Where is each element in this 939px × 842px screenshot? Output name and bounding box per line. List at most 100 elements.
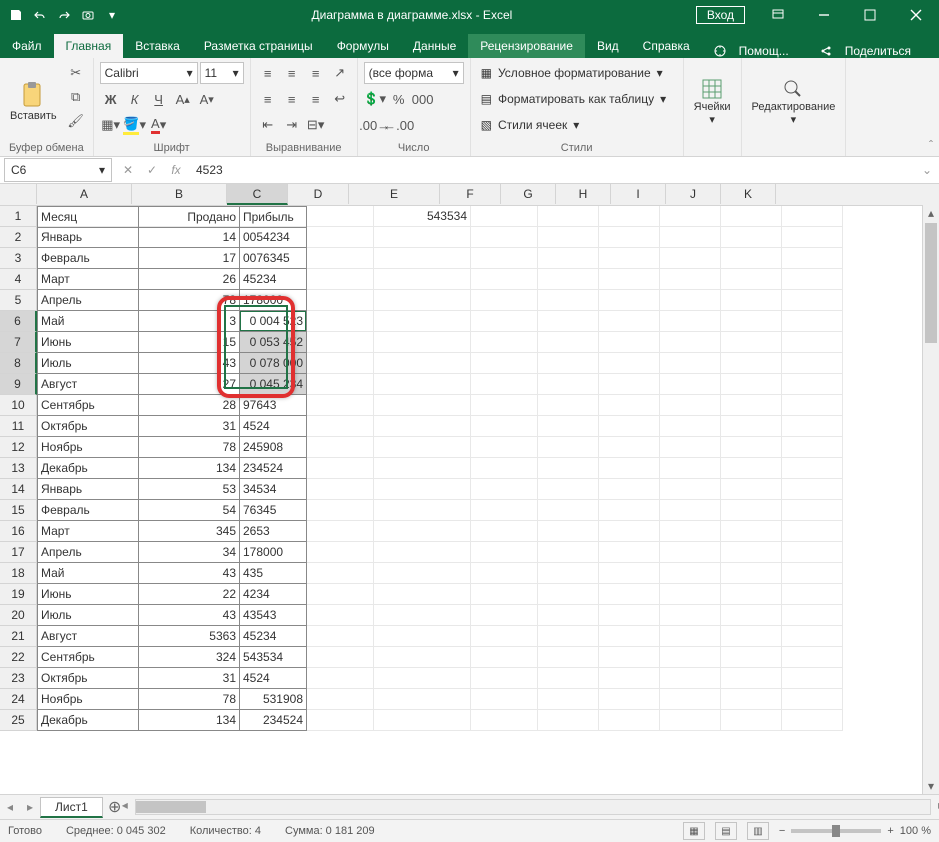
cell-D9[interactable] (307, 374, 374, 394)
cell-E16[interactable] (374, 521, 471, 541)
row-header-14[interactable]: 14 (0, 479, 37, 500)
scrollbar-thumb[interactable] (925, 223, 937, 343)
enter-formula-icon[interactable]: ✓ (140, 159, 164, 181)
cell-F22[interactable] (471, 647, 538, 667)
cell-H7[interactable] (599, 332, 660, 352)
tab-разметка страницы[interactable]: Разметка страницы (192, 34, 325, 58)
cell-C14[interactable]: 34534 (240, 479, 307, 500)
cell-D7[interactable] (307, 332, 374, 352)
name-box[interactable]: C6▾ (4, 158, 112, 182)
close-icon[interactable] (893, 0, 939, 30)
number-format-combo[interactable]: (все форма▾ (364, 62, 464, 84)
cell-I7[interactable] (660, 332, 721, 352)
currency-icon[interactable]: 💲▾ (364, 88, 386, 110)
cell-I25[interactable] (660, 710, 721, 730)
cell-A25[interactable]: Декабрь (37, 710, 139, 731)
cell-A9[interactable]: Август (37, 374, 139, 395)
cell-B23[interactable]: 31 (139, 668, 240, 689)
cell-D15[interactable] (307, 500, 374, 520)
row-header-18[interactable]: 18 (0, 563, 37, 584)
row-header-4[interactable]: 4 (0, 269, 37, 290)
cell-C20[interactable]: 43543 (240, 605, 307, 626)
zoom-slider[interactable] (791, 829, 881, 833)
tab-главная[interactable]: Главная (54, 34, 124, 58)
cell-I20[interactable] (660, 605, 721, 625)
tab-вид[interactable]: Вид (585, 34, 631, 58)
cell-F9[interactable] (471, 374, 538, 394)
increase-indent-icon[interactable]: ⇥ (281, 114, 303, 136)
format-painter-icon[interactable]: 🖌 (65, 110, 87, 132)
zoom-out-icon[interactable]: − (779, 825, 785, 837)
row-header-6[interactable]: 6 (0, 311, 37, 332)
cell-G17[interactable] (538, 542, 599, 562)
cell-E20[interactable] (374, 605, 471, 625)
format-as-table-button[interactable]: ▤Форматировать как таблицу▾ (477, 88, 677, 110)
cell-J6[interactable] (721, 311, 782, 331)
cell-A4[interactable]: Март (37, 269, 139, 290)
cell-F20[interactable] (471, 605, 538, 625)
cell-C16[interactable]: 2653 (240, 521, 307, 542)
cell-K7[interactable] (782, 332, 843, 352)
cell-F3[interactable] (471, 248, 538, 268)
vertical-scrollbar[interactable]: ▴ ▾ (922, 205, 939, 794)
cell-D2[interactable] (307, 227, 374, 247)
cell-J24[interactable] (721, 689, 782, 709)
cell-D13[interactable] (307, 458, 374, 478)
cell-G12[interactable] (538, 437, 599, 457)
cell-B13[interactable]: 134 (139, 458, 240, 479)
cell-G13[interactable] (538, 458, 599, 478)
cell-C8[interactable]: 0 078 000 (240, 353, 307, 374)
row-header-7[interactable]: 7 (0, 332, 37, 353)
cell-G15[interactable] (538, 500, 599, 520)
cell-G23[interactable] (538, 668, 599, 688)
cell-J14[interactable] (721, 479, 782, 499)
cell-B21[interactable]: 5363 (139, 626, 240, 647)
cells-button[interactable]: Ячейки▾ (690, 62, 735, 140)
cell-K8[interactable] (782, 353, 843, 373)
cell-E8[interactable] (374, 353, 471, 373)
cell-G21[interactable] (538, 626, 599, 646)
copy-icon[interactable]: ⧉ (65, 86, 87, 108)
cell-A1[interactable]: Месяц (37, 206, 139, 228)
underline-button[interactable]: Ч (148, 88, 170, 110)
cell-E14[interactable] (374, 479, 471, 499)
align-center-icon[interactable]: ≡ (281, 88, 303, 110)
tab-файл[interactable]: Файл (0, 34, 54, 58)
tab-формулы[interactable]: Формулы (325, 34, 401, 58)
cell-C13[interactable]: 234524 (240, 458, 307, 479)
sheet-nav-left-icon[interactable]: ◂ (0, 797, 20, 817)
hscroll-thumb[interactable] (136, 801, 206, 813)
cell-C9[interactable]: 0 045 234 (240, 374, 307, 395)
cell-B10[interactable]: 28 (139, 395, 240, 416)
cell-F21[interactable] (471, 626, 538, 646)
cell-E1[interactable]: 543534 (374, 206, 471, 226)
cell-K17[interactable] (782, 542, 843, 562)
cell-C17[interactable]: 178000 (240, 542, 307, 563)
cell-E10[interactable] (374, 395, 471, 415)
cell-A6[interactable]: Май (37, 311, 139, 332)
cell-B22[interactable]: 324 (139, 647, 240, 668)
cell-E23[interactable] (374, 668, 471, 688)
cut-icon[interactable]: ✂ (65, 62, 87, 84)
cell-B5[interactable]: 78 (139, 290, 240, 311)
cell-C7[interactable]: 0 053 452 (240, 332, 307, 353)
cell-J9[interactable] (721, 374, 782, 394)
cell-G5[interactable] (538, 290, 599, 310)
tab-вставка[interactable]: Вставка (123, 34, 192, 58)
cell-E18[interactable] (374, 563, 471, 583)
cell-C15[interactable]: 76345 (240, 500, 307, 521)
cell-J2[interactable] (721, 227, 782, 247)
cell-E22[interactable] (374, 647, 471, 667)
cell-B20[interactable]: 43 (139, 605, 240, 626)
cell-F24[interactable] (471, 689, 538, 709)
cell-B8[interactable]: 43 (139, 353, 240, 374)
cell-C21[interactable]: 45234 (240, 626, 307, 647)
cell-D20[interactable] (307, 605, 374, 625)
cell-E17[interactable] (374, 542, 471, 562)
font-name-combo[interactable]: Calibri▾ (100, 62, 198, 84)
cell-E5[interactable] (374, 290, 471, 310)
row-header-9[interactable]: 9 (0, 374, 37, 395)
cell-G1[interactable] (538, 206, 599, 226)
cell-F10[interactable] (471, 395, 538, 415)
cell-I1[interactable] (660, 206, 721, 226)
